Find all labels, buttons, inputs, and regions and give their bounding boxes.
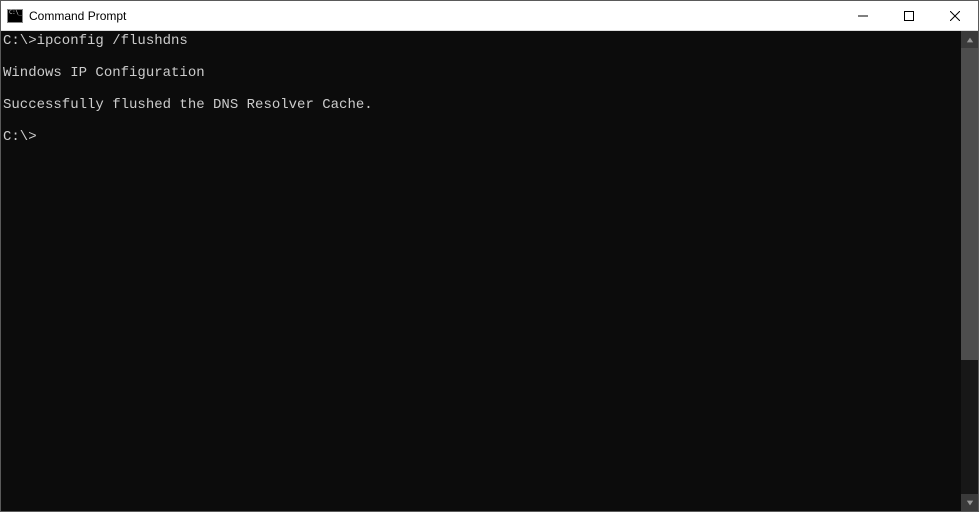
minimize-button[interactable] <box>840 1 886 30</box>
terminal-line <box>3 113 961 129</box>
terminal-line: C:\> <box>3 129 961 145</box>
scroll-down-button[interactable] <box>961 494 978 511</box>
window-title: Command Prompt <box>29 9 126 23</box>
window-controls <box>840 1 978 30</box>
terminal-line: Windows IP Configuration <box>3 65 961 81</box>
terminal-line <box>3 81 961 97</box>
terminal-output[interactable]: C:\>ipconfig /flushdns Windows IP Configu… <box>1 31 961 511</box>
cmd-icon <box>7 9 23 23</box>
maximize-button[interactable] <box>886 1 932 30</box>
vertical-scrollbar[interactable] <box>961 31 978 511</box>
terminal-line: C:\>ipconfig /flushdns <box>3 33 961 49</box>
terminal-line <box>3 49 961 65</box>
command-prompt-window: Command Prompt C:\>ipconfig /flushdns Win… <box>0 0 979 512</box>
content-area: C:\>ipconfig /flushdns Windows IP Configu… <box>1 31 978 511</box>
title-left: Command Prompt <box>1 9 840 23</box>
scrollbar-thumb[interactable] <box>961 48 978 360</box>
scrollbar-track[interactable] <box>961 48 978 494</box>
close-button[interactable] <box>932 1 978 30</box>
scroll-up-button[interactable] <box>961 31 978 48</box>
terminal-line: Successfully flushed the DNS Resolver Ca… <box>3 97 961 113</box>
titlebar[interactable]: Command Prompt <box>1 1 978 31</box>
